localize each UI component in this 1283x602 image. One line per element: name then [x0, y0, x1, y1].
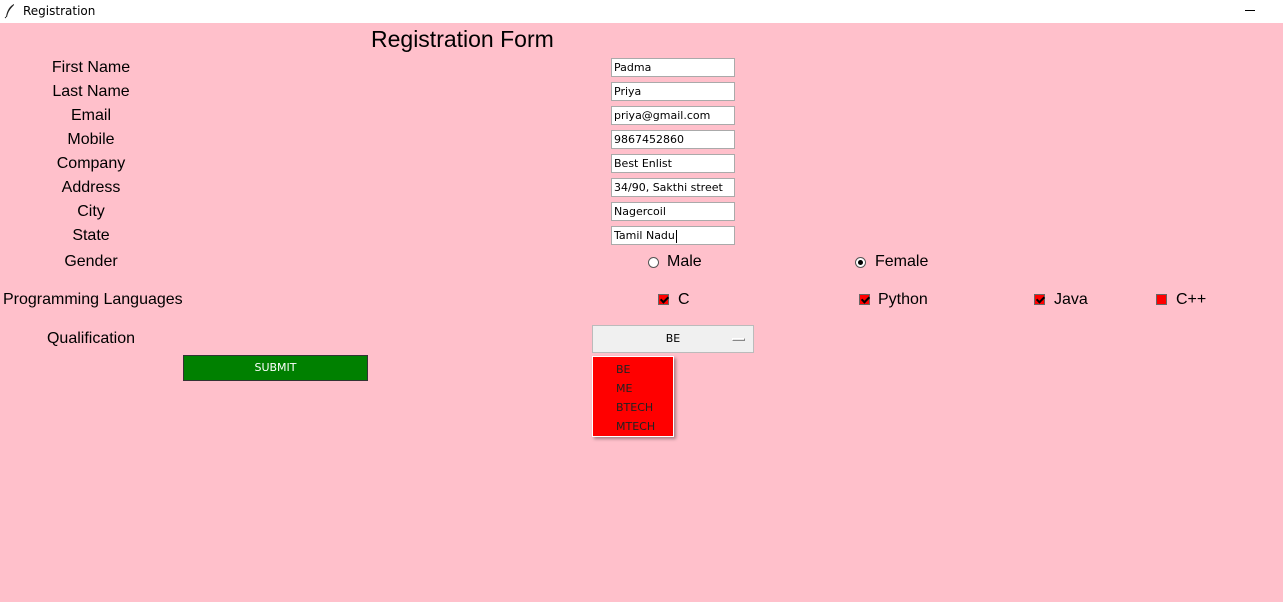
page-title: Registration Form	[371, 26, 554, 52]
qualification-dropdown: BE ME BTECH MTECH	[592, 356, 674, 437]
first-name-label: First Name	[51, 59, 131, 76]
dropdown-option-be[interactable]: BE	[593, 360, 673, 379]
address-label: Address	[61, 179, 121, 196]
languages-label: Programming Languages	[3, 291, 183, 308]
python-checkbox[interactable]	[859, 294, 870, 305]
female-radio[interactable]	[855, 257, 866, 268]
male-radio-label[interactable]: Male	[667, 253, 702, 271]
minimize-button[interactable]	[1238, 0, 1262, 22]
dropdown-option-btech[interactable]: BTECH	[593, 398, 673, 417]
cpp-checkbox[interactable]	[1156, 294, 1167, 305]
mobile-label: Mobile	[67, 131, 115, 148]
last-name-input[interactable]: Priya	[611, 82, 735, 101]
python-checkbox-label[interactable]: Python	[878, 291, 928, 309]
java-checkbox[interactable]	[1034, 294, 1045, 305]
company-input[interactable]: Best Enlist	[611, 154, 735, 173]
text-cursor	[675, 229, 677, 243]
dropdown-option-mtech[interactable]: MTECH	[593, 417, 673, 436]
c-checkbox-label[interactable]: C	[678, 291, 690, 309]
java-checkbox-label[interactable]: Java	[1054, 291, 1088, 309]
title-bar: Registration	[0, 0, 1283, 23]
c-checkbox[interactable]	[658, 294, 669, 305]
state-label: State	[72, 227, 110, 244]
feather-icon	[4, 4, 14, 19]
option-menu-indicator-icon	[732, 338, 745, 341]
gender-label: Gender	[64, 253, 118, 270]
email-label: Email	[70, 107, 111, 124]
first-name-input[interactable]: Padma	[611, 58, 735, 77]
qualification-label: Qualification	[46, 330, 136, 347]
address-input[interactable]: 34/90, Sakthi street	[611, 178, 735, 197]
female-radio-label[interactable]: Female	[875, 253, 928, 271]
submit-button[interactable]: SUBMIT	[183, 355, 368, 381]
male-radio[interactable]	[648, 257, 659, 268]
dropdown-option-me[interactable]: ME	[593, 379, 673, 398]
city-input[interactable]: Nagercoil	[611, 202, 735, 221]
qualification-selected-value: BE	[665, 332, 681, 345]
city-label: City	[77, 203, 105, 220]
email-input[interactable]: priya@gmail.com	[611, 106, 735, 125]
company-label: Company	[56, 155, 126, 172]
cpp-checkbox-label[interactable]: C++	[1176, 291, 1206, 309]
last-name-label: Last Name	[52, 83, 130, 100]
window-title: Registration	[23, 4, 96, 18]
state-input[interactable]: Tamil Nadu	[611, 226, 735, 245]
qualification-select[interactable]: BE	[592, 325, 754, 353]
mobile-input[interactable]: 9867452860	[611, 130, 735, 149]
